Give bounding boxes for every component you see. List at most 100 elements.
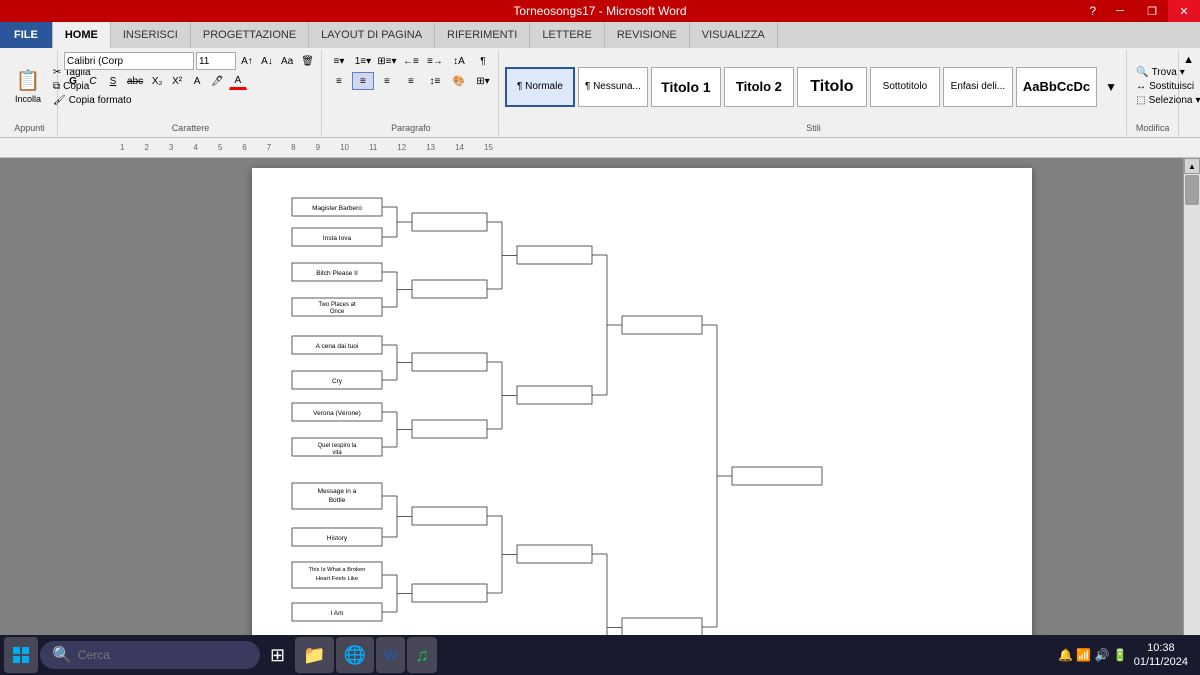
carattere-label: Carattere (172, 121, 210, 133)
seleziona-arrow: ▾ (1195, 95, 1200, 106)
minimize-button[interactable]: ─ (1104, 0, 1136, 22)
taskbar-clock[interactable]: 10:38 01/11/2024 (1134, 641, 1188, 670)
style-titolo[interactable]: Titolo (797, 67, 867, 107)
tab-revisione[interactable]: REVISIONE (605, 22, 690, 48)
stili-label: Stili (806, 121, 821, 133)
border-button[interactable]: ⊞▾ (472, 72, 494, 90)
font-case-button[interactable]: Aa (278, 52, 296, 70)
underline-button[interactable]: S (104, 72, 122, 90)
clear-format-button[interactable]: 🗑 (298, 52, 317, 70)
search-input[interactable] (78, 648, 238, 662)
svg-text:Bottle: Bottle (328, 497, 345, 504)
style-nessuna[interactable]: ¶ Nessuna... (578, 67, 648, 107)
help-button[interactable]: ? (1081, 0, 1104, 22)
document-scroll[interactable]: Magister Barbero Insta Iova Bitch Please… (100, 158, 1183, 653)
windows-icon (12, 646, 30, 664)
scroll-thumb[interactable] (1185, 175, 1199, 205)
list-multi-button[interactable]: ⊞≡▾ (376, 52, 398, 70)
indent-decrease-button[interactable]: ←≡ (400, 52, 422, 70)
explorer-icon: 📁 (303, 645, 325, 666)
tab-layout[interactable]: LAYOUT DI PAGINA (309, 22, 435, 48)
svg-text:Verona (Vérone): Verona (Vérone) (313, 410, 361, 417)
indent-increase-button[interactable]: ≡→ (424, 52, 446, 70)
align-left-button[interactable]: ≡ (328, 72, 350, 90)
line-spacing-button[interactable]: ↕≡ (424, 72, 446, 90)
font-grow-button[interactable]: A↑ (238, 52, 256, 70)
font-size-input[interactable] (196, 52, 236, 70)
italic-button[interactable]: C (84, 72, 102, 90)
ribbon-group-stili: ¶ Normale ¶ Nessuna... Titolo 1 Titolo 2… (501, 50, 1127, 135)
show-formatting-button[interactable]: ¶ (472, 52, 494, 70)
tab-riferimenti[interactable]: RIFERIMENTI (435, 22, 530, 48)
ribbon-group-carattere: A↑ A↓ Aa 🗑 G C S abc X₂ X² A 🖊 A Caratte… (60, 50, 322, 135)
style-sottotitolo[interactable]: Sottotitolo (870, 67, 940, 107)
highlight-button[interactable]: 🖊 (208, 72, 227, 90)
tab-visualizza[interactable]: VISUALIZZA (690, 22, 778, 48)
chrome-button[interactable]: 🌐 (336, 637, 374, 673)
text-color-button[interactable]: A (188, 72, 206, 90)
style-normale[interactable]: ¶ Normale (505, 67, 575, 107)
font-color-button[interactable]: A (229, 72, 247, 90)
bracket-svg: Magister Barbero Insta Iova Bitch Please… (282, 188, 1002, 653)
tray-icons: 🔔 📶 🔊 🔋 (1058, 648, 1128, 662)
close-button[interactable]: ✕ (1168, 0, 1200, 22)
subscript-button[interactable]: X₂ (148, 72, 166, 90)
font-family-input[interactable] (64, 52, 194, 70)
ribbon-content: 📋 Incolla ✂ Taglia ⧉ Copia 🖌 Copia forma… (0, 48, 1200, 138)
style-aabbccd[interactable]: AaBbCcDc (1016, 67, 1097, 107)
strikethrough-button[interactable]: abc (124, 72, 146, 90)
svg-text:Insta Iova: Insta Iova (322, 235, 351, 242)
align-justify-button[interactable]: ≡ (400, 72, 422, 90)
tab-lettere[interactable]: LETTERE (530, 22, 605, 48)
tab-inserisci[interactable]: INSERISCI (111, 22, 191, 48)
search-bar[interactable]: 🔍 (40, 641, 260, 669)
spotify-button[interactable]: ♫ (407, 637, 437, 673)
start-button[interactable] (4, 637, 38, 673)
clock-time: 10:38 (1134, 641, 1188, 655)
taskview-icon: ⊞ (270, 645, 285, 666)
document-area: Magister Barbero Insta Iova Bitch Please… (0, 158, 1200, 653)
svg-text:vita: vita (332, 450, 342, 456)
superscript-button[interactable]: X² (168, 72, 186, 90)
svg-text:Cry: Cry (331, 378, 342, 385)
scroll-track[interactable] (1184, 174, 1200, 637)
spotify-icon: ♫ (415, 645, 429, 666)
document-page[interactable]: Magister Barbero Insta Iova Bitch Please… (252, 168, 1032, 653)
ruler-marks: 1 2 3 4 5 6 7 8 9 10 11 12 13 14 15 (100, 143, 513, 152)
restore-button[interactable]: ❐ (1136, 0, 1168, 22)
vertical-scrollbar[interactable]: ▲ ▼ (1183, 158, 1200, 653)
style-titolo1[interactable]: Titolo 1 (651, 67, 721, 107)
font-shrink-button[interactable]: A↓ (258, 52, 276, 70)
list-number-button[interactable]: 1≡▾ (352, 52, 374, 70)
trova-icon: 🔍 (1136, 67, 1148, 78)
sort-button[interactable]: ↕A (448, 52, 470, 70)
styles-more-button[interactable]: ▼ (1100, 67, 1122, 107)
ribbon-expand-button[interactable]: ▲ (1181, 50, 1196, 135)
modifica-label: Modifica (1136, 121, 1170, 133)
word-button[interactable]: W (376, 637, 405, 673)
explorer-button[interactable]: 📁 (295, 637, 333, 673)
svg-text:Magister Barbero: Magister Barbero (312, 205, 362, 212)
svg-text:Once: Once (329, 309, 344, 315)
svg-text:Two Places at: Two Places at (318, 302, 356, 308)
paragrafo-label: Paragrafo (391, 121, 431, 133)
svg-text:Quel respiro la: Quel respiro la (317, 443, 357, 449)
svg-text:Bitch Please II: Bitch Please II (316, 270, 358, 277)
bold-button[interactable]: G (64, 72, 82, 90)
tab-file[interactable]: FILE (0, 22, 53, 48)
font-row2: G C S abc X₂ X² A 🖊 A (64, 72, 317, 90)
expand-icon: ▲ (1183, 54, 1194, 66)
align-center-button[interactable]: ≡ (352, 72, 374, 90)
taskview-button[interactable]: ⊞ (262, 637, 293, 673)
style-enfasi[interactable]: Enfasi deli... (943, 67, 1013, 107)
tab-home[interactable]: HOME (53, 22, 111, 48)
list-bullet-button[interactable]: ≡▾ (328, 52, 350, 70)
align-right-button[interactable]: ≡ (376, 72, 398, 90)
left-margin (0, 158, 100, 653)
style-titolo2[interactable]: Titolo 2 (724, 67, 794, 107)
incolla-button[interactable]: 📋 Incolla (8, 59, 48, 115)
tab-progettazione[interactable]: PROGETTAZIONE (191, 22, 309, 48)
shading-button[interactable]: 🎨 (448, 72, 470, 90)
taskbar: 🔍 ⊞ 📁 🌐 W ♫ 🔔 📶 🔊 🔋 10:38 01/11/2024 (0, 635, 1200, 675)
scroll-up-arrow[interactable]: ▲ (1184, 158, 1200, 174)
